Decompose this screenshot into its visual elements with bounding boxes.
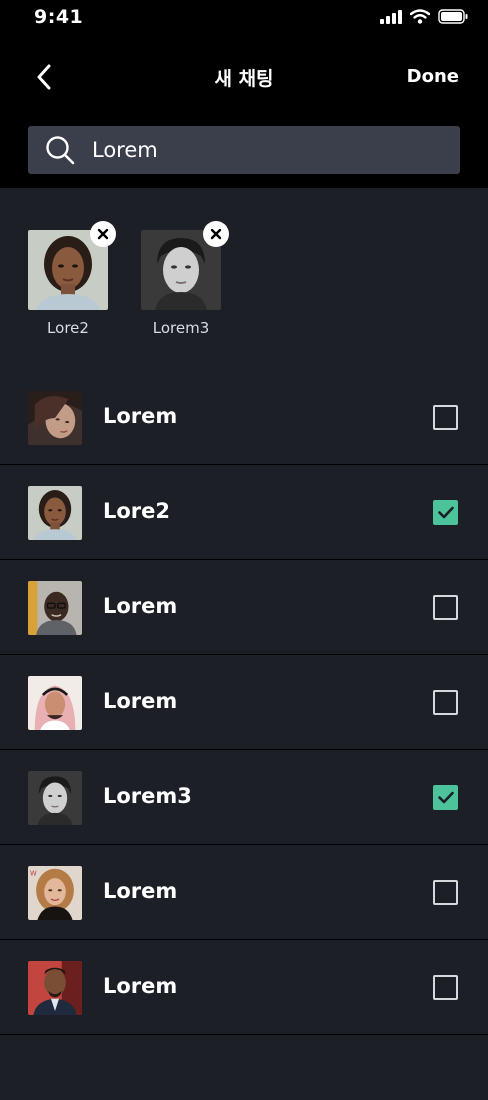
done-button[interactable]: Done xyxy=(407,66,459,87)
checkmark-icon xyxy=(437,506,454,519)
avatar xyxy=(28,676,82,730)
contact-name: Lorem xyxy=(103,404,178,428)
remove-chip-button[interactable] xyxy=(90,221,116,247)
avatar xyxy=(28,961,82,1015)
avatar xyxy=(28,486,82,540)
checkbox[interactable] xyxy=(433,405,458,430)
list-item[interactable]: Lore2 xyxy=(0,465,488,560)
list-item[interactable]: Lorem xyxy=(0,845,488,940)
selected-chip: Lorem3 xyxy=(141,221,229,337)
status-icons xyxy=(380,8,468,28)
avatar xyxy=(28,771,82,825)
signal-icon xyxy=(380,9,402,28)
nav-bar: 새 채팅 Done xyxy=(0,52,488,102)
search-icon xyxy=(46,136,75,165)
checkbox[interactable] xyxy=(433,690,458,715)
contact-list: Lorem Lore2 Lorem Lorem Lorem3 Lorem Lor… xyxy=(0,370,488,1035)
avatar xyxy=(28,866,82,920)
new-chat-screen: 9:41 새 채팅 Done Lorem Lore2 Lorem3 Lorem … xyxy=(0,0,488,1100)
chip-name: Lorem3 xyxy=(152,319,210,337)
list-item[interactable]: Lorem xyxy=(0,655,488,750)
checkbox[interactable] xyxy=(433,785,458,810)
remove-chip-button[interactable] xyxy=(203,221,229,247)
battery-icon xyxy=(438,8,468,28)
contact-name: Lorem xyxy=(103,974,178,998)
list-item[interactable]: Lorem xyxy=(0,370,488,465)
close-icon xyxy=(97,228,109,240)
checkbox[interactable] xyxy=(433,500,458,525)
status-time: 9:41 xyxy=(34,6,84,28)
header: 9:41 새 채팅 Done Lorem xyxy=(0,0,488,188)
contact-name: Lore2 xyxy=(103,499,171,523)
list-item[interactable]: Lorem xyxy=(0,940,488,1035)
wifi-icon xyxy=(409,8,431,28)
search-field[interactable]: Lorem xyxy=(28,126,460,174)
search-input[interactable]: Lorem xyxy=(92,138,158,162)
checkbox[interactable] xyxy=(433,975,458,1000)
contact-name: Lorem xyxy=(103,594,178,618)
avatar xyxy=(28,581,82,635)
chip-name: Lore2 xyxy=(47,319,89,337)
checkbox[interactable] xyxy=(433,595,458,620)
list-item[interactable]: Lorem3 xyxy=(0,750,488,845)
checkmark-icon xyxy=(437,791,454,804)
selected-chip: Lore2 xyxy=(28,221,116,337)
avatar xyxy=(28,391,82,445)
list-item[interactable]: Lorem xyxy=(0,560,488,655)
contact-name: Lorem3 xyxy=(103,784,192,808)
checkbox[interactable] xyxy=(433,880,458,905)
close-icon xyxy=(210,228,222,240)
status-bar: 9:41 xyxy=(0,0,488,36)
contact-name: Lorem xyxy=(103,689,178,713)
contact-name: Lorem xyxy=(103,879,178,903)
